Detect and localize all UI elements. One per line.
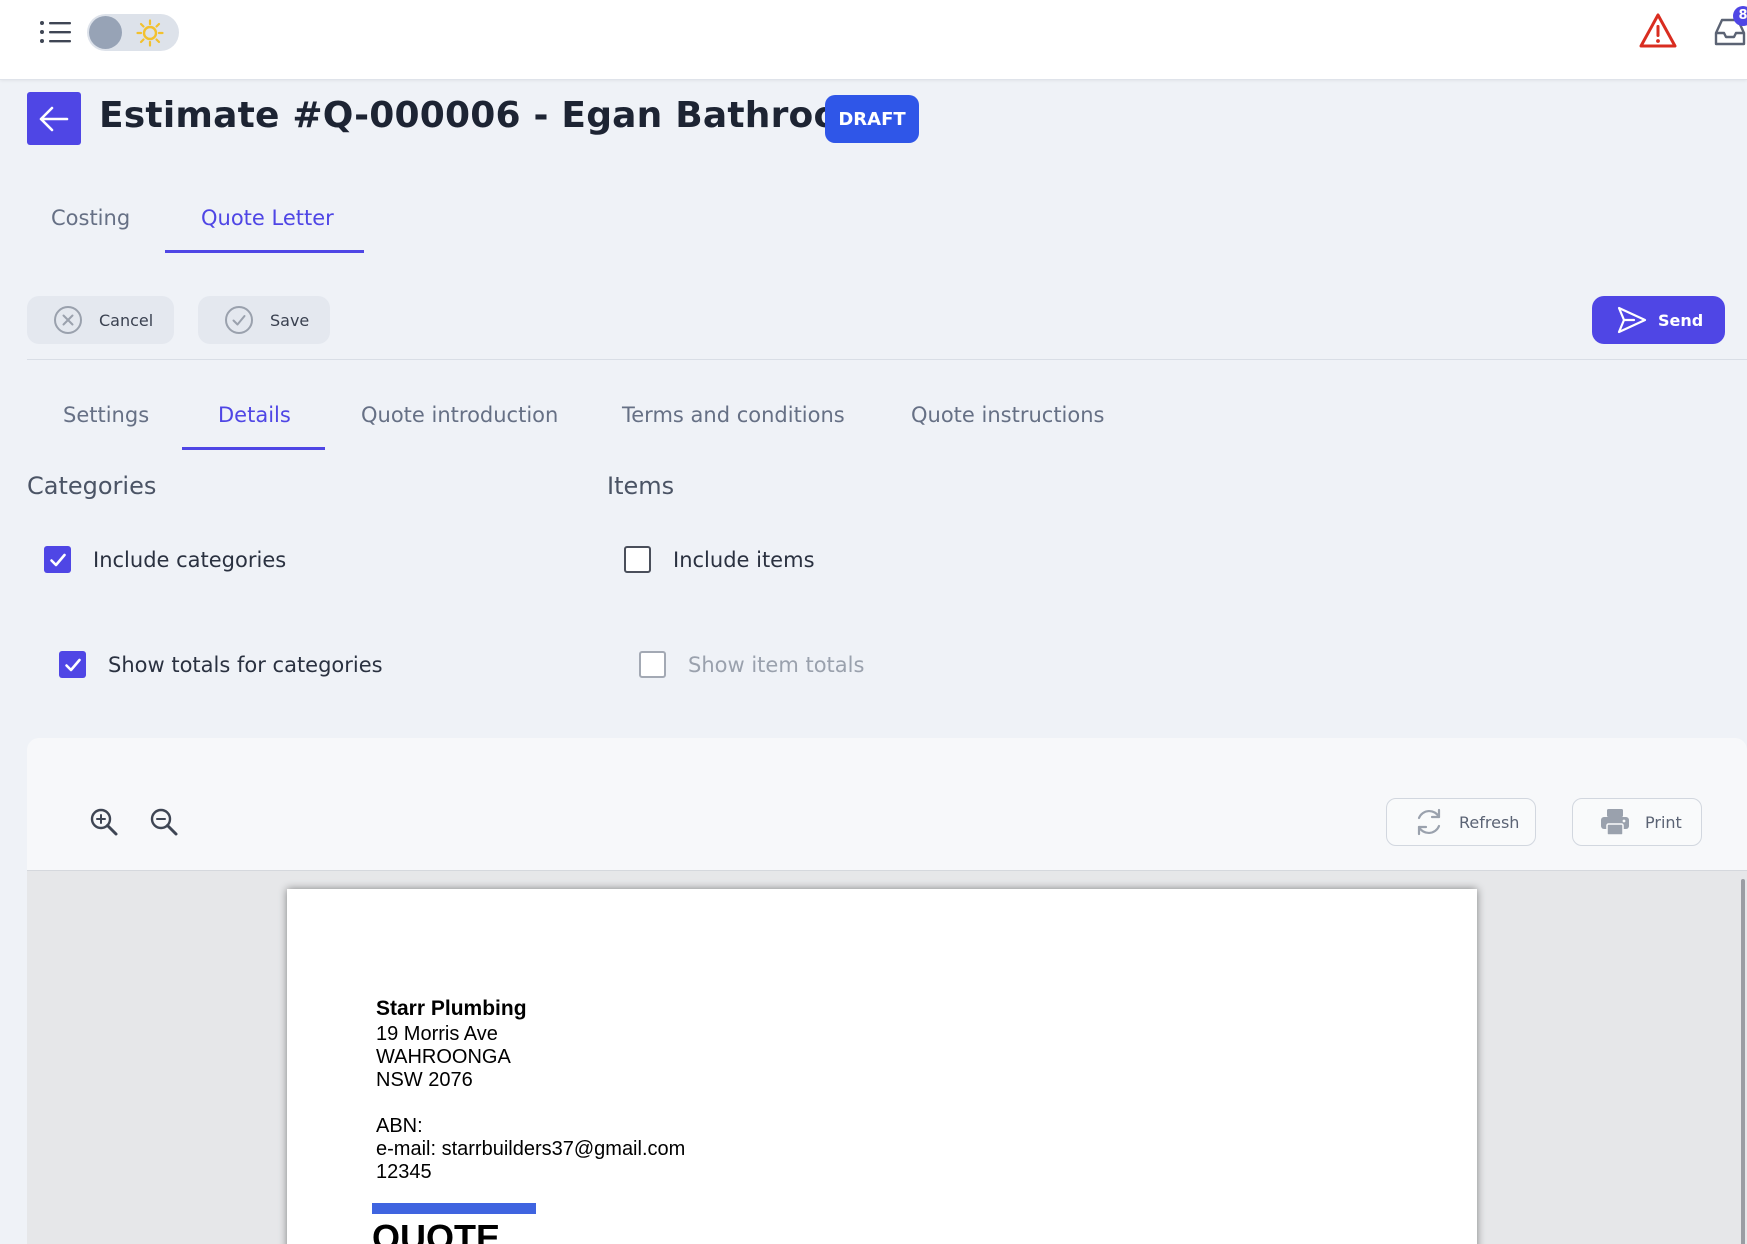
- subtab-active-indicator: [182, 447, 325, 450]
- sun-icon: [136, 19, 164, 47]
- tab-quote-letter[interactable]: Quote Letter: [201, 206, 334, 230]
- page-title: Estimate #Q-000006 - Egan Bathroom: [99, 95, 877, 136]
- email-line: e-mail: starrbuilders37@gmail.com: [376, 1138, 686, 1160]
- categories-heading: Categories: [27, 472, 157, 500]
- quote-accent-bar: [372, 1203, 536, 1214]
- tab-costing[interactable]: Costing: [51, 206, 130, 230]
- cancel-label: Cancel: [99, 310, 154, 330]
- refresh-button[interactable]: Refresh: [1386, 798, 1536, 846]
- show-category-totals-label: Show totals for categories: [108, 652, 383, 677]
- address-line-2: WAHROONGA: [376, 1046, 511, 1068]
- abn-line: ABN:: [376, 1115, 423, 1137]
- include-items-checkbox[interactable]: Include items: [624, 546, 815, 573]
- warning-icon[interactable]: [1638, 12, 1678, 50]
- tab-settings[interactable]: Settings: [63, 403, 149, 427]
- arrow-left-icon: [39, 106, 69, 131]
- checkbox-disabled-icon: [639, 651, 666, 678]
- print-button[interactable]: Print: [1572, 798, 1702, 846]
- address-line-3: NSW 2076: [376, 1069, 473, 1091]
- printer-icon: [1601, 809, 1629, 836]
- toolbar-divider: [27, 359, 1747, 360]
- zoom-out-icon[interactable]: [149, 807, 179, 837]
- zoom-in-icon[interactable]: [89, 807, 119, 837]
- toggle-knob: [89, 16, 122, 49]
- phone-line: 12345: [376, 1161, 432, 1183]
- include-categories-checkbox[interactable]: Include categories: [44, 546, 286, 573]
- menu-list-icon[interactable]: [38, 18, 74, 46]
- include-categories-label: Include categories: [93, 547, 287, 572]
- close-circle-icon: [54, 306, 82, 334]
- inbox-count-badge: 8: [1733, 6, 1747, 26]
- print-label: Print: [1645, 812, 1682, 832]
- checkbox-checked-icon: [44, 546, 71, 573]
- check-circle-icon: [225, 306, 253, 334]
- quote-preview-panel: Refresh Print Starr Plumbing 19 Morris A…: [27, 738, 1747, 1244]
- address-line-1: 19 Morris Ave: [376, 1023, 498, 1045]
- quote-letter-page: Starr Plumbing 19 Morris Ave WAHROONGA N…: [287, 889, 1477, 1244]
- show-item-totals-checkbox: Show item totals: [639, 651, 864, 678]
- send-button[interactable]: Send: [1592, 296, 1725, 344]
- status-badge: DRAFT: [825, 95, 919, 143]
- company-name: Starr Plumbing: [376, 997, 527, 1020]
- refresh-label: Refresh: [1459, 812, 1520, 832]
- refresh-icon: [1417, 808, 1441, 836]
- viewer-scrollbar[interactable]: [1741, 879, 1745, 1244]
- send-label: Send: [1658, 310, 1704, 330]
- tab-quote-instructions[interactable]: Quote instructions: [911, 403, 1105, 427]
- include-items-label: Include items: [673, 547, 815, 572]
- tab-details[interactable]: Details: [218, 403, 291, 427]
- items-heading: Items: [607, 472, 675, 500]
- send-icon: [1617, 306, 1647, 334]
- show-item-totals-label: Show item totals: [688, 652, 865, 677]
- checkbox-checked-icon: [59, 651, 86, 678]
- theme-toggle[interactable]: [87, 14, 179, 51]
- cancel-button[interactable]: Cancel: [27, 296, 174, 344]
- tab-quote-introduction[interactable]: Quote introduction: [361, 403, 558, 427]
- tab-active-indicator: [165, 250, 364, 253]
- quote-heading: QUOTE: [372, 1217, 501, 1244]
- letter-sender-block: Starr Plumbing 19 Morris Ave WAHROONGA N…: [376, 997, 685, 1184]
- save-label: Save: [270, 310, 310, 330]
- checkbox-unchecked-icon: [624, 546, 651, 573]
- top-bar: 8: [0, 0, 1747, 80]
- tab-terms-and-conditions[interactable]: Terms and conditions: [622, 403, 845, 427]
- show-category-totals-checkbox[interactable]: Show totals for categories: [59, 651, 383, 678]
- document-viewer[interactable]: Starr Plumbing 19 Morris Ave WAHROONGA N…: [27, 870, 1747, 1244]
- back-button[interactable]: [27, 92, 81, 145]
- save-button[interactable]: Save: [198, 296, 330, 344]
